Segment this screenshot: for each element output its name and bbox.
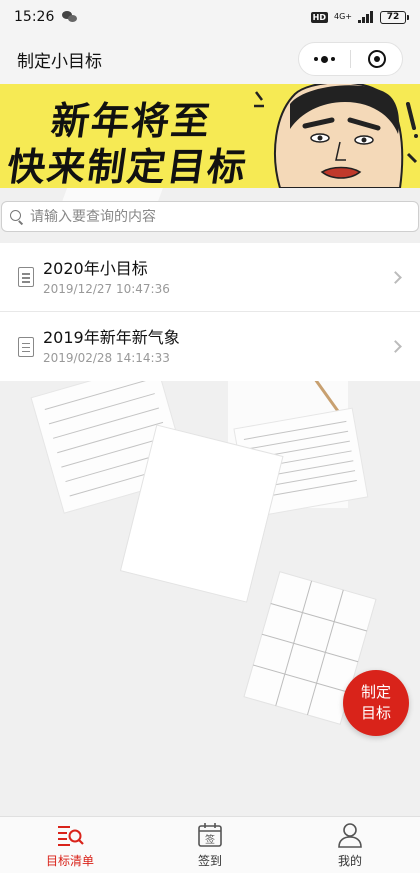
goal-title: 2019年新年新气象 — [43, 328, 180, 347]
goal-list: 2020年小目标 2019/12/27 10:47:36 2019年新年新气象 … — [0, 243, 420, 381]
tab-label: 签到 — [197, 853, 222, 868]
close-miniprogram-button[interactable] — [351, 50, 402, 68]
promo-banner[interactable]: 新年将至 快来制定目标 — [0, 84, 420, 188]
document-icon — [18, 336, 34, 357]
nav-bar: 制定小目标 — [0, 34, 420, 84]
list-search-icon — [58, 825, 84, 846]
goal-timestamp: 2019/02/28 14:14:33 — [43, 351, 170, 365]
network-type: 4G+ — [334, 12, 352, 21]
svg-text:签: 签 — [205, 833, 215, 846]
status-bar: 15:26 HD 4G+ 72 — [0, 0, 420, 34]
page-title: 制定小目标 — [17, 51, 102, 72]
tab-sign-in[interactable]: 签 签到 — [140, 817, 280, 873]
more-menu-button[interactable] — [299, 55, 350, 63]
chevron-right-icon — [389, 270, 402, 284]
chevron-right-icon — [389, 340, 402, 353]
goal-title: 2020年小目标 — [43, 258, 148, 278]
create-goal-label-line1: 制定 — [360, 683, 391, 701]
signal-icon — [358, 11, 374, 23]
search-input[interactable] — [30, 208, 418, 225]
calendar-sign-icon: 签 — [198, 822, 222, 847]
tab-profile[interactable]: 我的 — [280, 817, 420, 873]
banner-subheadline: 快来制定目标 — [4, 145, 251, 188]
goal-timestamp: 2019/12/27 10:47:36 — [43, 281, 170, 296]
user-icon — [338, 822, 362, 848]
search-bar[interactable] — [1, 201, 419, 232]
hd-badge: HD — [310, 11, 328, 23]
clock: 15:26 — [14, 9, 55, 25]
dot-icon — [331, 57, 335, 61]
tab-goal-list[interactable]: 目标清单 — [0, 817, 140, 873]
battery-icon: 72 — [380, 10, 409, 24]
document-icon — [18, 267, 34, 287]
target-icon — [367, 50, 386, 68]
create-goal-label-line2: 目标 — [360, 704, 391, 722]
mini-program-capsule — [298, 42, 403, 76]
goal-list-item[interactable]: 2020年小目标 2019/12/27 10:47:36 — [0, 243, 420, 312]
create-goal-button[interactable]: 制定 目标 — [343, 670, 409, 736]
goal-list-item[interactable]: 2019年新年新气象 2019/02/28 14:14:33 — [0, 312, 420, 381]
dot-icon — [314, 57, 318, 61]
cartoon-face-illustration — [254, 84, 418, 188]
search-icon — [10, 209, 24, 224]
bottom-tab-bar: 目标清单 签 签到 我的 — [0, 816, 420, 873]
tab-label: 我的 — [337, 853, 362, 868]
wechat-notification-icon — [62, 11, 78, 23]
dot-icon — [321, 55, 328, 63]
tab-label: 目标清单 — [45, 853, 94, 868]
